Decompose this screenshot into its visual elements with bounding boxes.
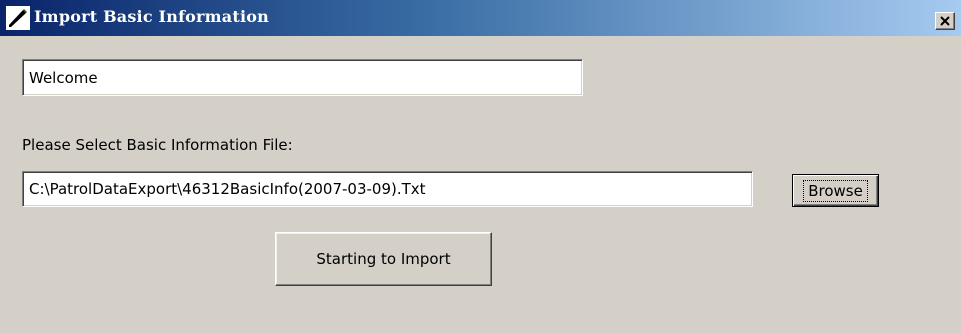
welcome-message-box: Welcome xyxy=(22,59,583,96)
start-import-label: Starting to Import xyxy=(316,250,451,268)
browse-button-label: Browse xyxy=(803,179,868,202)
close-button[interactable] xyxy=(935,12,955,30)
title-bar[interactable]: Import Basic Information xyxy=(0,0,961,36)
browse-button[interactable]: Browse xyxy=(792,174,879,207)
file-path-input[interactable]: C:\PatrolDataExport\46312BasicInfo(2007-… xyxy=(22,171,753,207)
start-import-button[interactable]: Starting to Import xyxy=(275,232,492,286)
import-dialog: Import Basic Information Welcome Please … xyxy=(0,0,961,333)
file-select-label: Please Select Basic Information File: xyxy=(22,136,293,154)
close-icon xyxy=(940,16,950,26)
pencil-icon xyxy=(6,6,30,30)
window-title: Import Basic Information xyxy=(34,7,269,26)
